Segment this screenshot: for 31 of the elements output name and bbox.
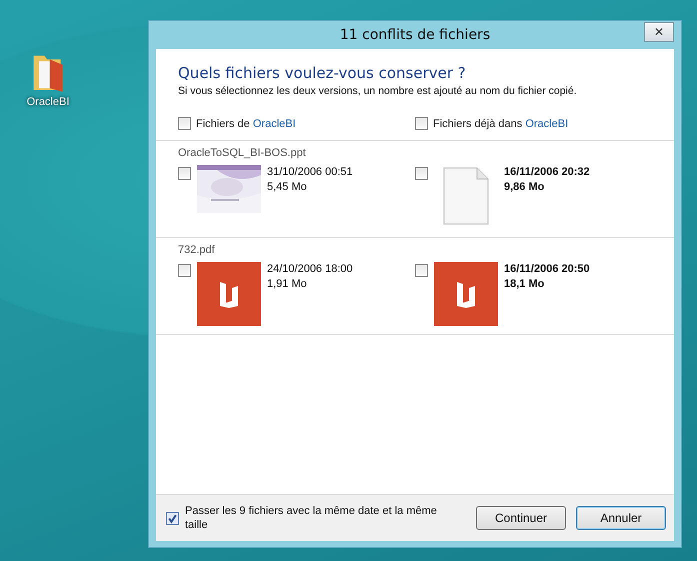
checkbox[interactable] bbox=[415, 117, 428, 130]
skip-option-label: Passer les 9 fichiers avec la même date et la même taille bbox=[185, 504, 438, 532]
file-size: 18,1 Mo bbox=[504, 277, 544, 292]
checkbox[interactable] bbox=[415, 264, 428, 277]
modified-date: 31/10/2006 00:51 bbox=[267, 165, 353, 180]
reader-app-icon bbox=[434, 262, 498, 326]
checkbox[interactable] bbox=[178, 264, 191, 277]
file-name: 732.pdf bbox=[178, 244, 216, 256]
file-size: 5,45 Mo bbox=[267, 180, 307, 195]
folder-link[interactable]: OracleBI bbox=[252, 118, 296, 130]
close-button[interactable]: ✕ bbox=[644, 22, 674, 42]
file-size: 1,91 Mo bbox=[267, 277, 307, 292]
checkbox[interactable] bbox=[178, 117, 191, 130]
dialog-description: Si vous sélectionnez les deux versions, un nombre est ajouté au nom du fichier copié. bbox=[178, 85, 578, 97]
checkbox[interactable] bbox=[166, 512, 179, 524]
dialog-button[interactable]: Annuler bbox=[576, 506, 666, 530]
blank-document-icon bbox=[443, 167, 489, 225]
reader-app-icon bbox=[197, 262, 261, 326]
checkbox[interactable] bbox=[178, 167, 191, 180]
file-name: OracleToSQL_BI-BOS.ppt bbox=[178, 147, 307, 159]
folder-link[interactable]: OracleBI bbox=[525, 118, 568, 130]
modified-date: 16/11/2006 20:50 bbox=[504, 262, 590, 277]
modified-date: 16/11/2006 20:32 bbox=[504, 165, 590, 180]
dialog-heading: Quels fichiers voulez-vous conserver ? bbox=[178, 64, 467, 82]
modified-date: 24/10/2006 18:00 bbox=[267, 262, 353, 277]
dialog-button[interactable]: Continuer bbox=[476, 506, 566, 530]
column-label: Fichiers de OracleBI bbox=[196, 118, 296, 130]
file-size: 9,86 Mo bbox=[504, 180, 544, 195]
window-title: 11 conflits de fichiers bbox=[340, 27, 490, 43]
checkbox[interactable] bbox=[415, 167, 428, 180]
column-label: Fichiers déjà dans OracleBI bbox=[433, 118, 568, 130]
